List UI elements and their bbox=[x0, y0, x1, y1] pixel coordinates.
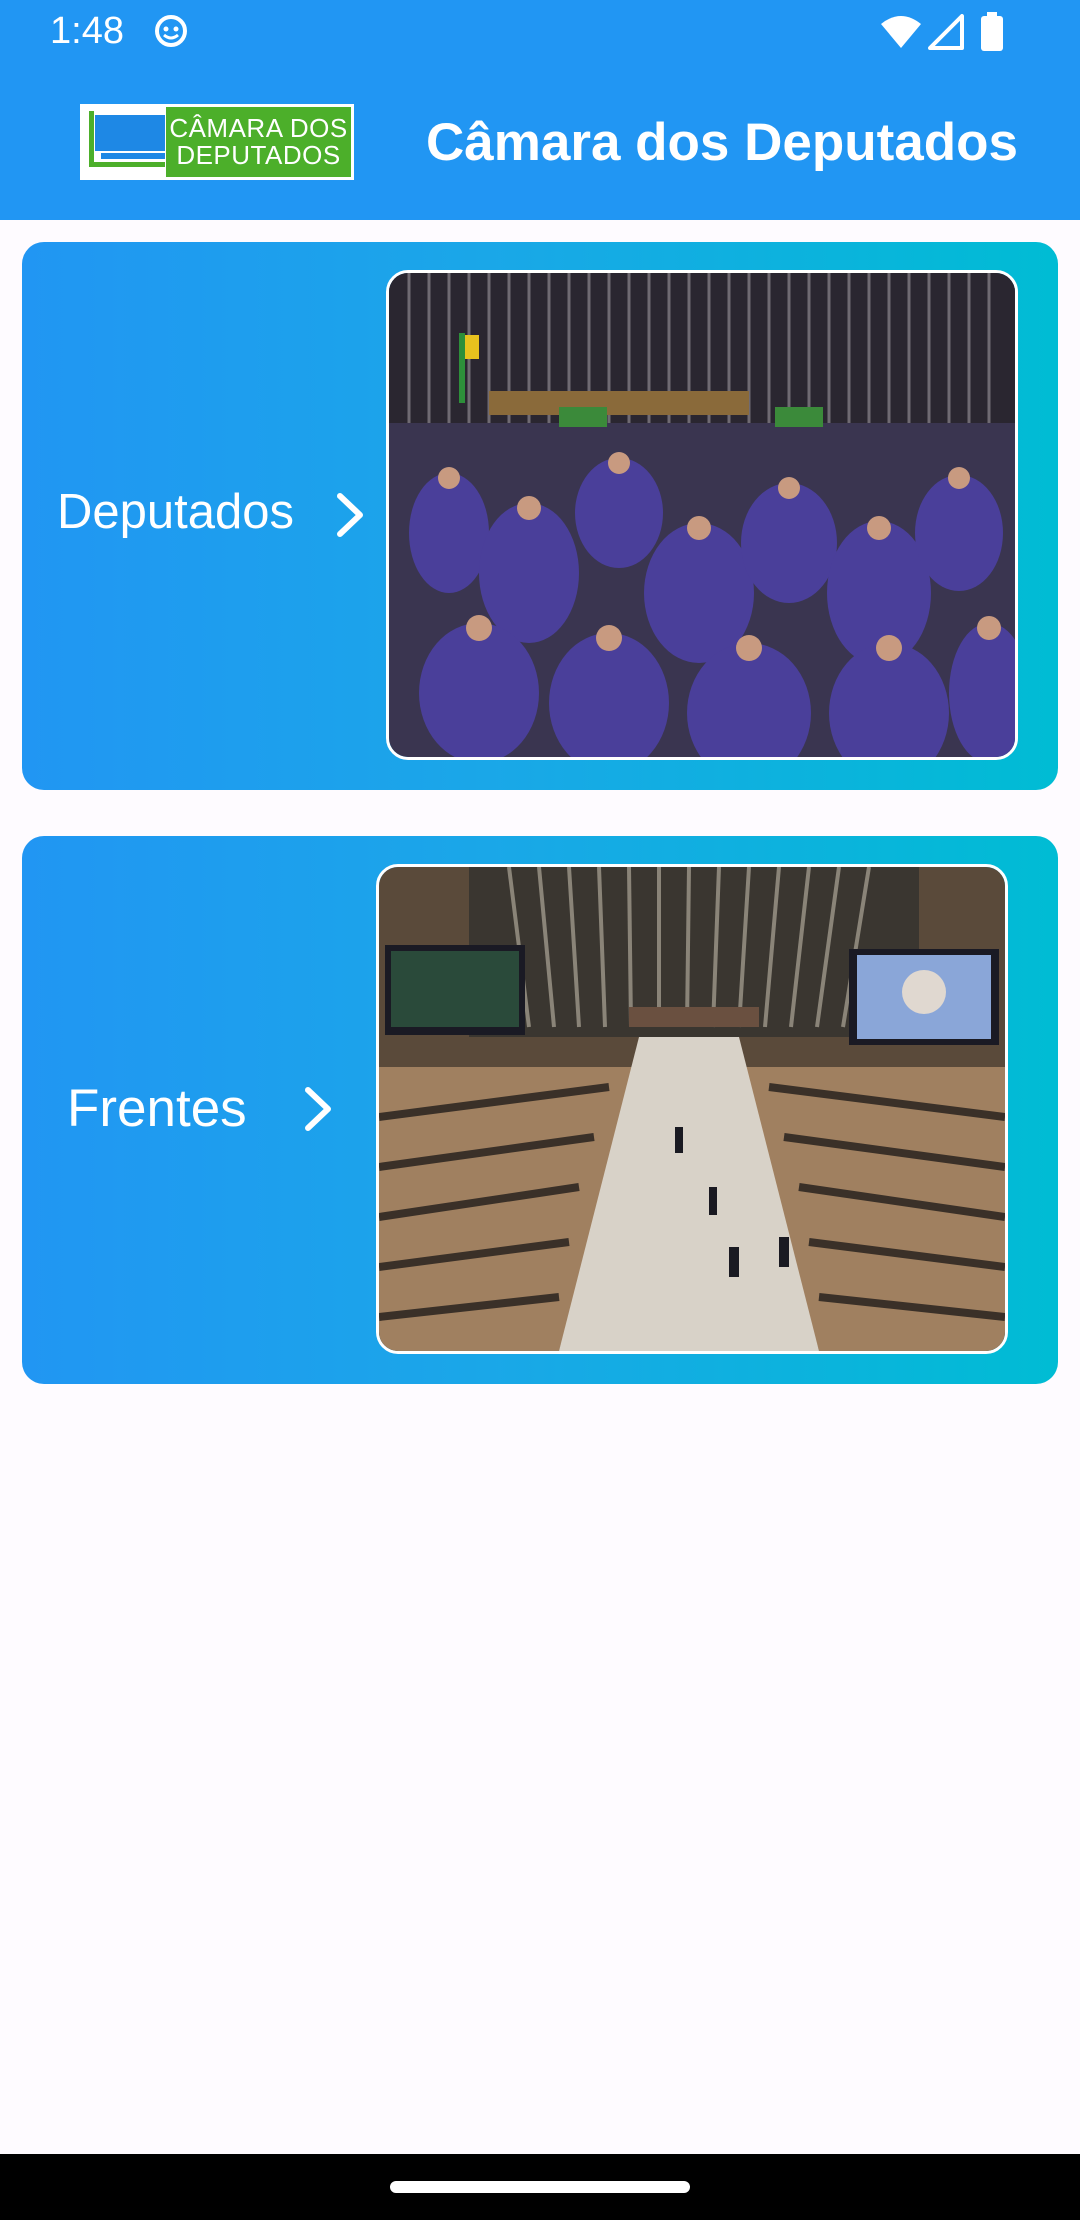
app-bar: 1:48 CÂMARA DOS DEPUTADOS Câmara dos Dep… bbox=[0, 0, 1080, 220]
page-title: Câmara dos Deputados bbox=[426, 113, 1018, 172]
card-deputados[interactable]: Deputados bbox=[22, 242, 1058, 790]
plenary-chamber-photo bbox=[376, 864, 1008, 1354]
status-time: 1:48 bbox=[50, 10, 124, 52]
app-notification-icon bbox=[155, 15, 187, 47]
chevron-right-icon bbox=[305, 1087, 331, 1131]
battery-icon bbox=[981, 12, 1003, 51]
system-navigation-bar bbox=[0, 2154, 1080, 2220]
camara-logo-text: CÂMARA DOS DEPUTADOS bbox=[166, 107, 351, 177]
camara-logo-mark bbox=[83, 107, 165, 177]
card-frentes[interactable]: Frentes bbox=[22, 836, 1058, 1384]
card-label-deputados: Deputados bbox=[57, 485, 295, 539]
logo-text-line-1: CÂMARA DOS bbox=[169, 113, 348, 143]
wifi-icon bbox=[881, 16, 921, 48]
plenary-crowd-photo bbox=[386, 270, 1018, 760]
logo-text-line-2: DEPUTADOS bbox=[176, 140, 341, 170]
card-label-frentes: Frentes bbox=[67, 1079, 247, 1138]
chevron-right-icon bbox=[337, 493, 363, 537]
status-bar: 1:48 bbox=[0, 0, 1080, 66]
camara-logo: CÂMARA DOS DEPUTADOS bbox=[80, 104, 354, 180]
signal-icon bbox=[928, 14, 964, 50]
home-gesture-handle[interactable] bbox=[390, 2181, 690, 2193]
